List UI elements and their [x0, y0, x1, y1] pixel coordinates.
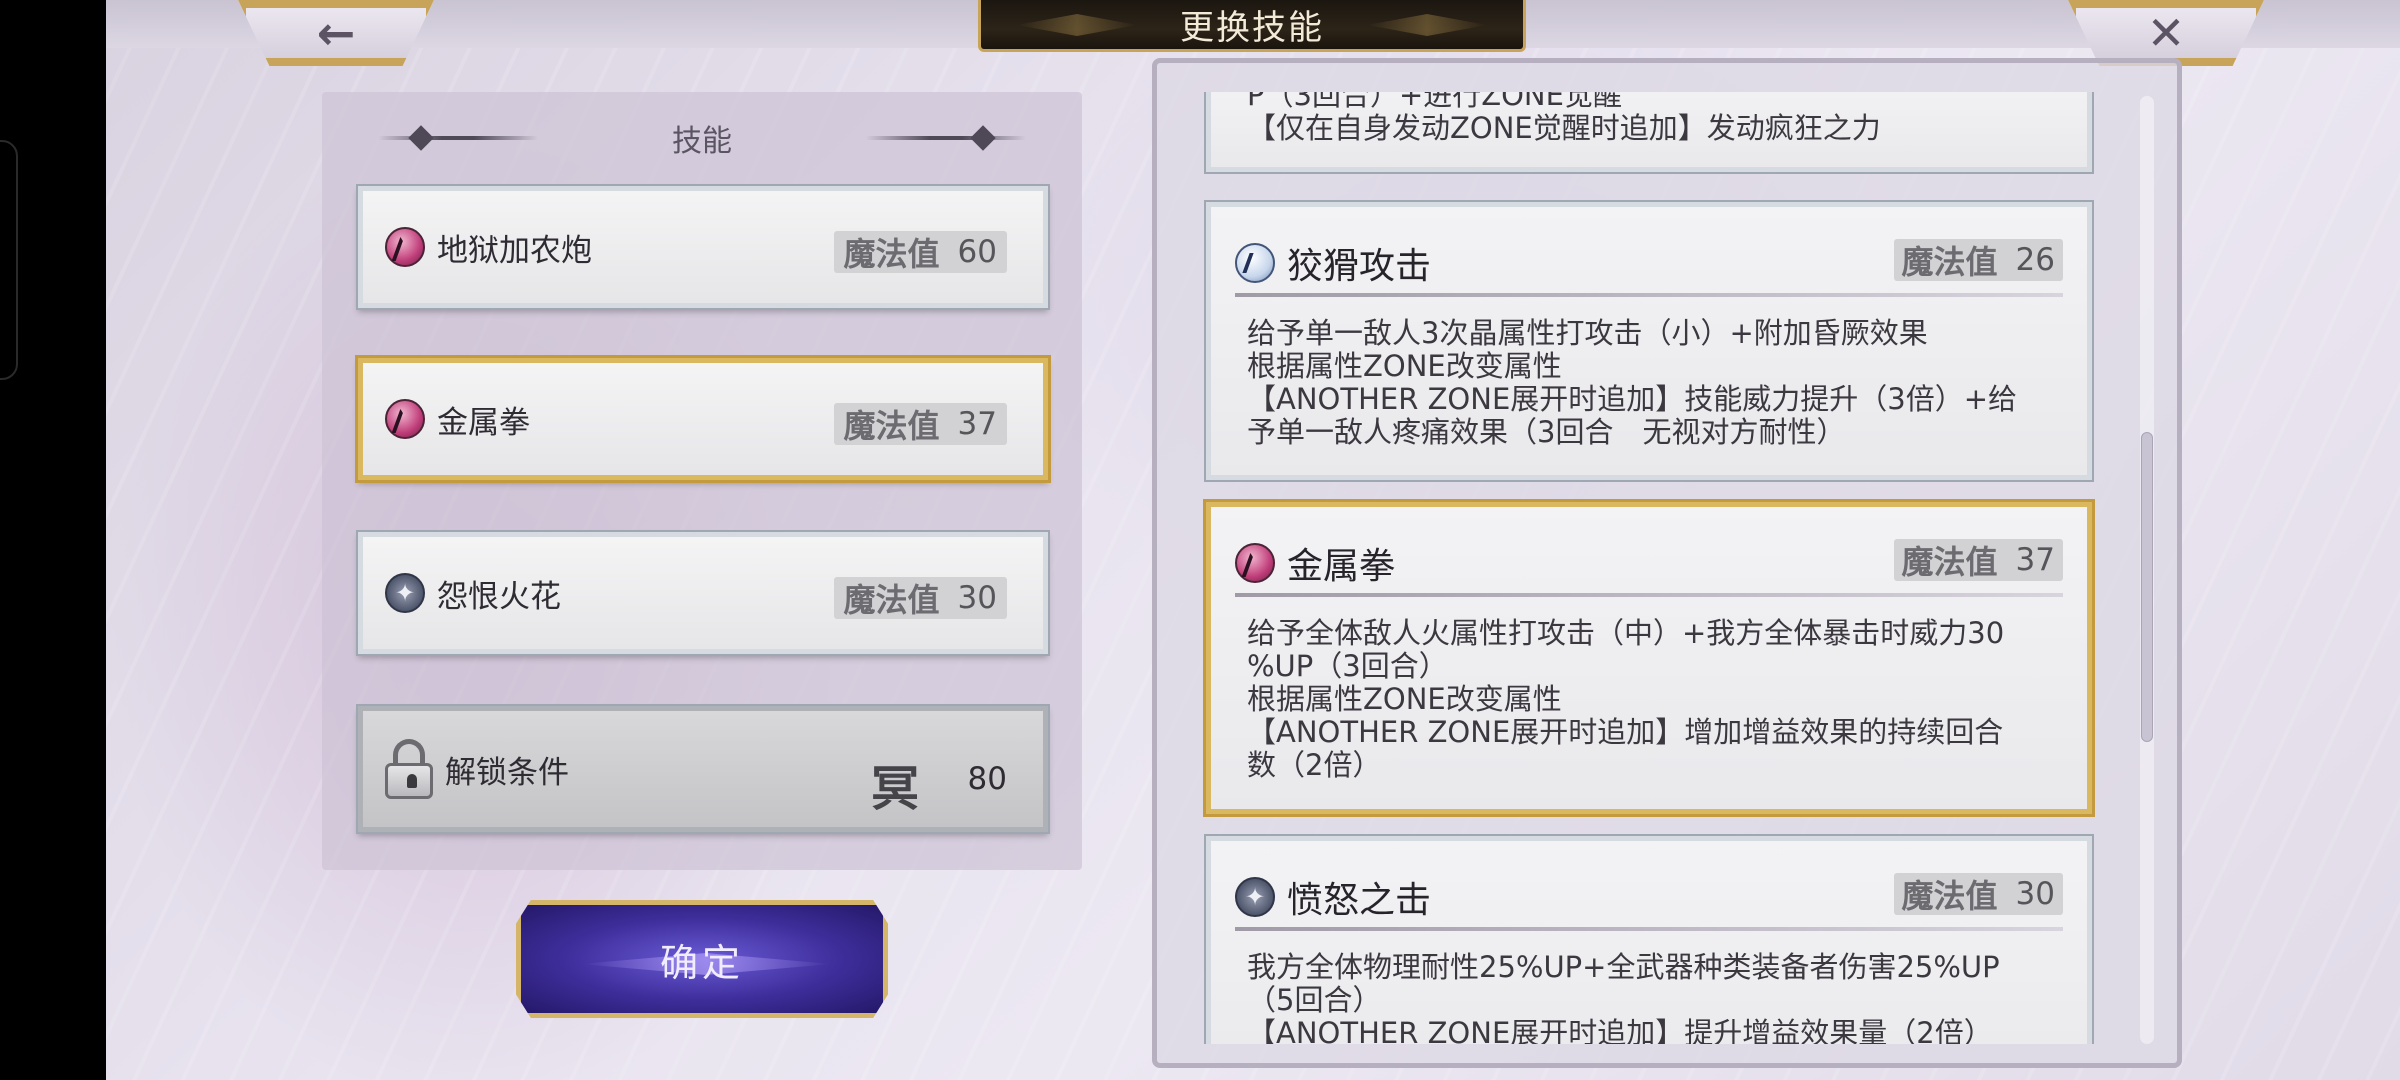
description-line: 根据属性ZONE改变属性 — [1247, 682, 1562, 716]
mp-label: 魔法值 — [843, 581, 940, 619]
mp-value: 37 — [2015, 542, 2055, 578]
mp-badge: 魔法值 30 — [1893, 873, 2063, 915]
card-divider — [1235, 927, 2063, 931]
skill-description: 给予全体敌人火属性打攻击（中）+我方全体暴击时威力30 %UP（3回合） 根据属… — [1247, 617, 2057, 782]
card-divider — [1235, 593, 2063, 597]
skill-detail-card[interactable]: 狡猾攻击 魔法值 26 给予单一敌人3次晶属性打攻击（小）+附加昏厥效果 根据属… — [1206, 202, 2092, 480]
description-line: 【仅在自身发动ZONE觉醒时追加】发动疯狂之力 — [1247, 111, 1881, 145]
mp-label: 魔法值 — [843, 235, 940, 273]
magic-skill-icon — [1235, 543, 1275, 583]
skill-description: 给予单一敌人3次晶属性打攻击（小）+附加昏厥效果 根据属性ZONE改变属性 【A… — [1247, 317, 2057, 449]
description-line: 【ANOTHER ZONE展开时追加】增加增益效果的持续回合 — [1247, 715, 2004, 749]
unlock-requirement-glyph: 冥 — [870, 761, 919, 817]
mp-value: 26 — [2015, 242, 2055, 278]
page-title: 更换技能 — [1180, 8, 1324, 48]
skill-detail-card-selected[interactable]: 金属拳 魔法值 37 给予全体敌人火属性打攻击（中）+我方全体暴击时威力30 %… — [1206, 502, 2092, 814]
title-ornament-right — [1367, 14, 1487, 36]
device-notch — [0, 140, 18, 380]
skill-slot-2-selected[interactable]: 金属拳 魔法值 37 — [358, 358, 1048, 480]
mp-value: 60 — [957, 234, 997, 270]
skills-header: 技能 — [322, 116, 1082, 160]
card-header: 狡猾攻击 — [1235, 237, 1431, 289]
confirm-label: 确定 — [659, 940, 744, 985]
lock-icon — [385, 739, 433, 799]
mp-label: 魔法值 — [843, 407, 940, 445]
mp-badge: 魔法值 37 — [1893, 539, 2063, 581]
description-line: 【ANOTHER ZONE展开时追加】提升增益效果量（2倍） — [1247, 1016, 1993, 1045]
header-ornament-left — [378, 136, 538, 140]
description-line: 给予单一敌人3次晶属性打攻击（小）+附加昏厥效果 — [1247, 316, 1928, 350]
locked-skill-slot[interactable]: 解锁条件 冥 80 — [358, 706, 1048, 832]
close-button[interactable]: ✕ — [2068, 0, 2264, 66]
card-header: ✦ 愤怒之击 — [1235, 871, 1431, 923]
card-divider — [1235, 293, 2063, 297]
card-skill-name: 愤怒之击 — [1287, 880, 1432, 921]
title-ornament-left — [1017, 14, 1137, 36]
skill-slot-3[interactable]: ✦ 怨恨火花 魔法值 30 — [358, 532, 1048, 654]
device-bezel — [0, 0, 106, 1080]
blade-skill-icon — [1235, 243, 1275, 283]
card-skill-name: 金属拳 — [1287, 546, 1396, 587]
description-line: 我方全体物理耐性25%UP+全武器种类装备者伤害25%UP — [1247, 950, 2000, 984]
mp-label: 魔法值 — [1901, 243, 1998, 281]
description-line: 根据属性ZONE改变属性 — [1247, 349, 1562, 383]
skill-description: P（3回合）+进行ZONE觉醒 【仅在自身发动ZONE觉醒时追加】发动疯狂之力 — [1247, 92, 2057, 145]
equipped-skills-panel: 技能 地狱加农炮 魔法值 60 金属拳 魔法值 37 ✦ 怨恨火花 魔法值 30… — [322, 92, 1082, 870]
magic-skill-icon — [385, 227, 425, 267]
back-arrow-icon: ← — [316, 6, 356, 60]
description-line: 【ANOTHER ZONE展开时追加】技能威力提升（3倍）+给 — [1247, 382, 2018, 416]
skill-detail-list[interactable]: P（3回合）+进行ZONE觉醒 【仅在自身发动ZONE觉醒时追加】发动疯狂之力 … — [1196, 92, 2102, 1044]
mp-value: 37 — [957, 406, 997, 442]
description-line: （5回合） — [1247, 983, 1382, 1017]
skill-slot-1[interactable]: 地狱加农炮 魔法值 60 — [358, 186, 1048, 308]
skill-description: 我方全体物理耐性25%UP+全武器种类装备者伤害25%UP （5回合） 【ANO… — [1247, 950, 2057, 1045]
spark-skill-icon: ✦ — [1235, 877, 1275, 917]
card-header: 金属拳 — [1235, 537, 1395, 589]
spark-skill-icon: ✦ — [385, 573, 425, 613]
mp-label: 魔法值 — [1901, 877, 1998, 915]
magic-skill-icon — [385, 399, 425, 439]
description-line: 给予全体敌人火属性打攻击（中）+我方全体暴击时威力30 — [1247, 616, 2005, 650]
skills-title: 技能 — [672, 124, 732, 159]
header-diamond-left — [408, 125, 434, 151]
unlock-condition-label: 解锁条件 — [445, 754, 569, 791]
mp-label: 魔法值 — [1901, 543, 1998, 581]
skill-detail-card-partial[interactable]: P（3回合）+进行ZONE觉醒 【仅在自身发动ZONE觉醒时追加】发动疯狂之力 — [1206, 92, 2092, 172]
mp-badge: 魔法值 26 — [1893, 239, 2063, 281]
mp-badge: 魔法值 60 — [833, 231, 1007, 273]
description-line: P（3回合）+进行ZONE觉醒 — [1247, 92, 1622, 112]
close-icon: ✕ — [2146, 6, 2186, 60]
mp-badge: 魔法值 30 — [833, 577, 1007, 619]
detail-scrollbar-thumb[interactable] — [2141, 432, 2153, 742]
mp-value: 30 — [2015, 876, 2055, 912]
confirm-button[interactable]: 确定 — [516, 900, 888, 1018]
mp-badge: 魔法值 37 — [833, 403, 1007, 445]
description-line: 予单一敌人疼痛效果（3回合 无视对方耐性） — [1247, 415, 1846, 449]
header-ornament-right — [866, 136, 1026, 140]
back-button[interactable]: ← — [238, 0, 434, 66]
description-line: 数（2倍） — [1247, 748, 1382, 782]
mp-value: 30 — [957, 580, 997, 616]
card-skill-name: 狡猾攻击 — [1287, 246, 1432, 287]
description-line: %UP（3回合） — [1247, 649, 1448, 683]
unlock-level: 80 — [967, 761, 1007, 797]
title-plate: 更换技能 — [978, 0, 1526, 52]
skill-detail-card[interactable]: ✦ 愤怒之击 魔法值 30 我方全体物理耐性25%UP+全武器种类装备者伤害25… — [1206, 836, 2092, 1044]
